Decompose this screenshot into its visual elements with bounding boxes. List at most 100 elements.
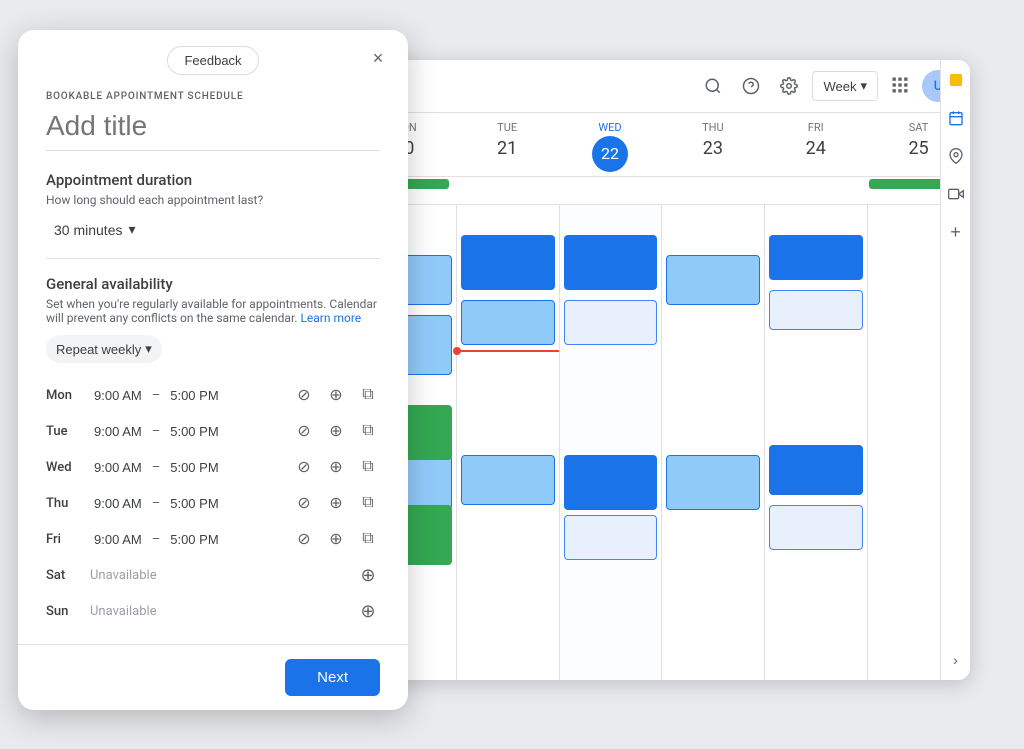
col-tue: [456, 205, 559, 680]
thu-actions: ⊘ ⊕ ⧉: [292, 491, 380, 515]
meet-icon-button[interactable]: [944, 182, 968, 206]
mon-end-time[interactable]: 5:00 PM: [166, 386, 222, 405]
divider-1: [46, 258, 380, 259]
title-input[interactable]: [46, 106, 380, 151]
week-label: Week: [823, 79, 856, 94]
grid-apps-button[interactable]: [886, 71, 914, 102]
wed-actions: ⊘ ⊕ ⧉: [292, 455, 380, 479]
schedule-type-label: BOOKABLE APPOINTMENT SCHEDULE: [46, 91, 380, 102]
calendar-event[interactable]: [461, 235, 555, 290]
availability-row-thu: Thu 9:00 AM – 5:00 PM ⊘ ⊕ ⧉: [46, 485, 380, 521]
tue-end-time[interactable]: 5:00 PM: [166, 422, 222, 441]
wed-end-time[interactable]: 5:00 PM: [166, 458, 222, 477]
fri-actions: ⊘ ⊕ ⧉: [292, 527, 380, 551]
calendar-event[interactable]: [564, 515, 658, 560]
map-icon-button[interactable]: [944, 144, 968, 168]
col-wed: [559, 205, 662, 680]
next-button[interactable]: Next: [285, 659, 380, 696]
day-thu: THU 23: [661, 117, 764, 172]
availability-row-fri: Fri 9:00 AM – 5:00 PM ⊘ ⊕ ⧉: [46, 521, 380, 557]
duration-subtitle: How long should each appointment last?: [46, 193, 380, 207]
week-chevron: ▾: [860, 78, 867, 94]
week-view-button[interactable]: Week ▾: [812, 71, 878, 101]
thu-end-time[interactable]: 5:00 PM: [166, 494, 222, 513]
help-icon-button[interactable]: [736, 71, 766, 101]
note-icon-button[interactable]: [944, 68, 968, 92]
expand-sidebar-button[interactable]: ›: [944, 648, 968, 672]
fri-copy-button[interactable]: ⧉: [356, 527, 380, 551]
close-button[interactable]: ×: [364, 44, 392, 72]
availability-row-tue: Tue 9:00 AM – 5:00 PM ⊘ ⊕ ⧉: [46, 413, 380, 449]
thu-start-time[interactable]: 9:00 AM: [90, 494, 146, 513]
duration-title: Appointment duration: [46, 171, 380, 189]
day-thu-label: Thu: [46, 496, 82, 511]
day-wed: WED 22: [559, 117, 662, 172]
repeat-chevron: ▾: [145, 341, 152, 357]
learn-more-link[interactable]: Learn more: [300, 311, 361, 325]
day-fri-label: Fri: [46, 532, 82, 547]
thu-copy-button[interactable]: ⧉: [356, 491, 380, 515]
thu-time-range: 9:00 AM – 5:00 PM: [90, 494, 284, 513]
calendar-icon-button[interactable]: [944, 106, 968, 130]
day-wed-label: Wed: [46, 460, 82, 475]
calendar-event[interactable]: [564, 300, 658, 345]
col-thu: [661, 205, 764, 680]
mon-copy-button[interactable]: ⧉: [356, 383, 380, 407]
tue-copy-button[interactable]: ⧉: [356, 419, 380, 443]
tue-actions: ⊘ ⊕ ⧉: [292, 419, 380, 443]
availability-row-sun: Sun Unavailable ⊕: [46, 593, 380, 629]
tue-delete-button[interactable]: ⊘: [292, 419, 316, 443]
wed-add-button[interactable]: ⊕: [324, 455, 348, 479]
tue-time-range: 9:00 AM – 5:00 PM: [90, 422, 284, 441]
sat-add-button[interactable]: ⊕: [356, 563, 380, 587]
fri-delete-button[interactable]: ⊘: [292, 527, 316, 551]
calendar-event[interactable]: [769, 290, 863, 330]
wed-start-time[interactable]: 9:00 AM: [90, 458, 146, 477]
duration-value: 30 minutes: [54, 222, 122, 238]
settings-icon-button[interactable]: [774, 71, 804, 101]
availability-title: General availability: [46, 275, 380, 293]
wed-time-range: 9:00 AM – 5:00 PM: [90, 458, 284, 477]
repeat-label: Repeat weekly: [56, 342, 141, 357]
availability-row-mon: Mon 9:00 AM – 5:00 PM ⊘ ⊕ ⧉: [46, 377, 380, 413]
calendar-event[interactable]: [461, 455, 555, 505]
day-sat-label: Sat: [46, 568, 82, 583]
tue-start-time[interactable]: 9:00 AM: [90, 422, 146, 441]
duration-chevron: ▾: [128, 221, 135, 238]
sun-add-button[interactable]: ⊕: [356, 599, 380, 623]
calendar-event[interactable]: [461, 300, 555, 345]
feedback-button[interactable]: Feedback: [167, 46, 258, 75]
fri-start-time[interactable]: 9:00 AM: [90, 530, 146, 549]
calendar-event[interactable]: [564, 455, 658, 510]
mon-start-time[interactable]: 9:00 AM: [90, 386, 146, 405]
repeat-weekly-button[interactable]: Repeat weekly ▾: [46, 335, 162, 363]
calendar-sidebar: + ›: [940, 60, 970, 680]
mon-actions: ⊘ ⊕ ⧉: [292, 383, 380, 407]
wed-delete-button[interactable]: ⊘: [292, 455, 316, 479]
sun-unavailable: Unavailable: [90, 604, 157, 619]
tue-add-button[interactable]: ⊕: [324, 419, 348, 443]
calendar-event[interactable]: [769, 505, 863, 550]
day-sun-label: Sun: [46, 604, 82, 619]
fri-add-button[interactable]: ⊕: [324, 527, 348, 551]
calendar-event[interactable]: [769, 445, 863, 495]
thu-add-button[interactable]: ⊕: [324, 491, 348, 515]
calendar-event[interactable]: [769, 235, 863, 280]
fri-end-time[interactable]: 5:00 PM: [166, 530, 222, 549]
wed-copy-button[interactable]: ⧉: [356, 455, 380, 479]
dialog-panel: Feedback × BOOKABLE APPOINTMENT SCHEDULE…: [18, 30, 408, 710]
calendar-event[interactable]: [564, 235, 658, 290]
day-tue-label: Tue: [46, 424, 82, 439]
duration-select-button[interactable]: 30 minutes ▾: [46, 217, 144, 242]
sat-unavailable: Unavailable: [90, 568, 157, 583]
calendar-event[interactable]: [666, 455, 760, 510]
mon-delete-button[interactable]: ⊘: [292, 383, 316, 407]
availability-row-sat: Sat Unavailable ⊕: [46, 557, 380, 593]
add-sidebar-button[interactable]: +: [944, 220, 968, 244]
mon-add-button[interactable]: ⊕: [324, 383, 348, 407]
search-icon-button[interactable]: [698, 71, 728, 101]
thu-delete-button[interactable]: ⊘: [292, 491, 316, 515]
calendar-event[interactable]: [666, 255, 760, 305]
availability-subtitle: Set when you're regularly available for …: [46, 297, 380, 325]
day-fri: FRI 24: [764, 117, 867, 172]
